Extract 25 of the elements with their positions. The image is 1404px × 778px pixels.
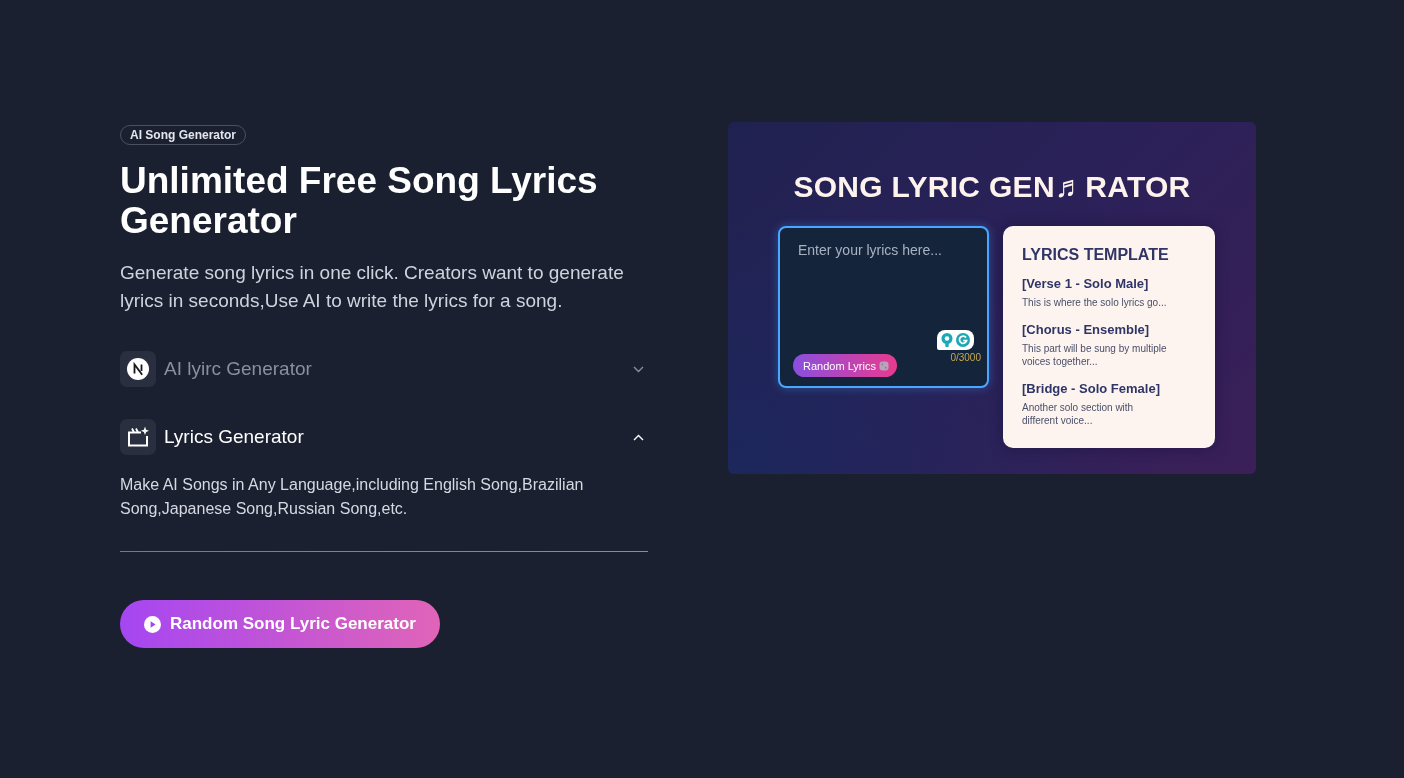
chevron-up-icon	[633, 433, 644, 441]
clapperboard-sparkle-icon	[120, 419, 156, 455]
section-heading: [Verse 1 - Solo Male]	[1022, 275, 1150, 292]
section-description: This part will be sung by multiple voices together...	[1022, 342, 1168, 368]
template-title: LYRICS TEMPLATE	[1022, 245, 1170, 265]
character-counter: 0/3000	[950, 352, 981, 363]
dice-icon	[878, 360, 889, 371]
section-description: Another solo section with different voice...	[1022, 401, 1135, 427]
accordion-header[interactable]: AI lyirc Generator	[120, 351, 648, 387]
accordion-text: Make AI Songs in Any Language,including English Song,Brazilian Song,Japanese Song,Russian Song,etc.	[120, 475, 585, 519]
g-logo-icon	[956, 333, 970, 347]
accordion-header[interactable]: Lyrics Generator	[120, 419, 648, 455]
pin-icon	[941, 333, 953, 347]
page-description: Generate song lyrics in one click. Creators want to generate lyrics in seconds,Use AI to write the lyrics for a song.	[120, 261, 625, 313]
random-lyrics-button[interactable]: Random Lyrics	[793, 354, 897, 377]
random-generator-button[interactable]: Random Song Lyric Generator	[120, 600, 440, 648]
page-title: Unlimited Free Song Lyrics Generator	[120, 161, 599, 241]
section-description: This is where the solo lyrics go...	[1022, 296, 1168, 309]
chevron-down-icon	[633, 365, 644, 373]
n-logo-icon	[120, 351, 156, 387]
banner-title: SONG LYRIC GEN♬RATOR	[792, 170, 1192, 204]
play-circle-icon	[144, 615, 161, 633]
section-heading: [Bridge - Solo Female]	[1022, 380, 1161, 397]
section-heading: [Chorus - Ensemble]	[1022, 321, 1151, 338]
lyrics-input-field[interactable]: Enter your lyrics here... Random Lyrics 0/3000	[778, 226, 989, 388]
